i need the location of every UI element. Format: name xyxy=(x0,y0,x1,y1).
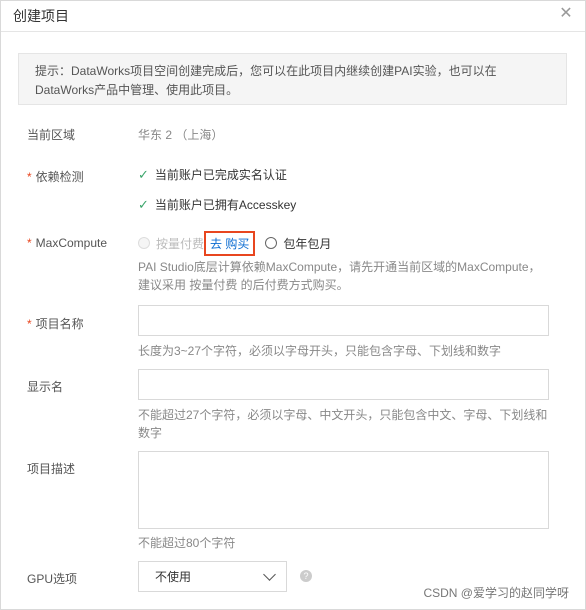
buy-link[interactable]: 去 购买 xyxy=(204,230,256,256)
notice-box: 提示：DataWorks项目空间创建完成后，您可以在此项目内继续创建PAI实验，… xyxy=(18,53,567,105)
region-value: 华东 2 （上海） xyxy=(138,128,224,142)
create-project-dialog: 创建项目 ✕ 提示：DataWorks项目空间创建完成后，您可以在此项目内继续创… xyxy=(0,0,586,610)
description-label: 项目描述 xyxy=(27,462,76,476)
dialog-header: 创建项目 ✕ xyxy=(1,1,585,32)
description-hint: 不能超过80个字符 xyxy=(138,536,236,550)
maxcompute-hint: PAI Studio底层计算依赖MaxCompute，请先开通当前区域的MaxC… xyxy=(138,258,541,294)
radio-paygo-label: 按量付费 xyxy=(156,236,205,251)
check-icon: ✓ xyxy=(138,197,149,212)
close-icon[interactable]: ✕ xyxy=(557,5,575,23)
required-mark: * xyxy=(27,170,32,184)
help-icon[interactable]: ? xyxy=(300,570,312,582)
display-name-hint-line-2: 数字 xyxy=(138,426,163,440)
dialog-title: 创建项目 xyxy=(13,8,69,24)
check-accesskey: ✓ 当前账户已拥有Accesskey xyxy=(138,196,296,213)
maxcompute-label: * MaxCompute xyxy=(27,236,107,250)
check-realname-text: 当前账户已完成实名认证 xyxy=(154,168,287,182)
maxcompute-hint-line-2: 建议采用 按量付费 的后付费方式购买。 xyxy=(138,278,349,292)
project-name-label-text: 项目名称 xyxy=(35,317,84,331)
gpu-label: GPU选项 xyxy=(27,572,78,586)
check-icon: ✓ xyxy=(138,167,149,182)
check-realname: ✓ 当前账户已完成实名认证 xyxy=(138,166,287,183)
deps-label: * 依赖检测 xyxy=(27,168,84,185)
region-label: 当前区域 xyxy=(27,128,76,142)
display-name-hint: 不能超过27个字符，必须以字母、中文开头，只能包含中文、字母、下划线和 数字 xyxy=(138,406,547,442)
required-mark: * xyxy=(27,317,32,331)
radio-subscription-label[interactable]: 包年包月 xyxy=(283,235,331,252)
gpu-select-value: 不使用 xyxy=(155,570,192,584)
deps-label-text: 依赖检测 xyxy=(35,170,84,184)
notice-line-1: 提示：DataWorks项目空间创建完成后，您可以在此项目内继续创建PAI实验，… xyxy=(35,64,497,78)
chevron-down-icon xyxy=(263,568,276,581)
maxcompute-options: 按量付费 去 购买 包年包月 xyxy=(138,230,331,256)
radio-paygo xyxy=(138,237,150,249)
project-name-label: * 项目名称 xyxy=(27,315,84,332)
display-name-input[interactable] xyxy=(138,369,549,400)
gpu-select[interactable]: 不使用 xyxy=(138,561,287,592)
watermark: CSDN @爱学习的赵同学呀 xyxy=(423,586,569,600)
radio-subscription[interactable] xyxy=(265,237,278,249)
check-accesskey-text: 当前账户已拥有Accesskey xyxy=(154,198,297,212)
description-textarea[interactable] xyxy=(138,451,549,529)
display-name-hint-line-1: 不能超过27个字符，必须以字母、中文开头，只能包含中文、字母、下划线和 xyxy=(138,408,548,422)
notice-line-2: DataWorks产品中管理、使用此项目。 xyxy=(35,83,239,97)
project-name-hint: 长度为3~27个字符，必须以字母开头，只能包含字母、下划线和数字 xyxy=(138,344,502,358)
maxcompute-hint-line-1: PAI Studio底层计算依赖MaxCompute，请先开通当前区域的MaxC… xyxy=(138,260,541,274)
required-mark: * xyxy=(27,236,32,250)
maxcompute-label-text: MaxCompute xyxy=(35,236,108,250)
display-name-label: 显示名 xyxy=(27,380,64,394)
project-name-input[interactable] xyxy=(138,305,549,336)
